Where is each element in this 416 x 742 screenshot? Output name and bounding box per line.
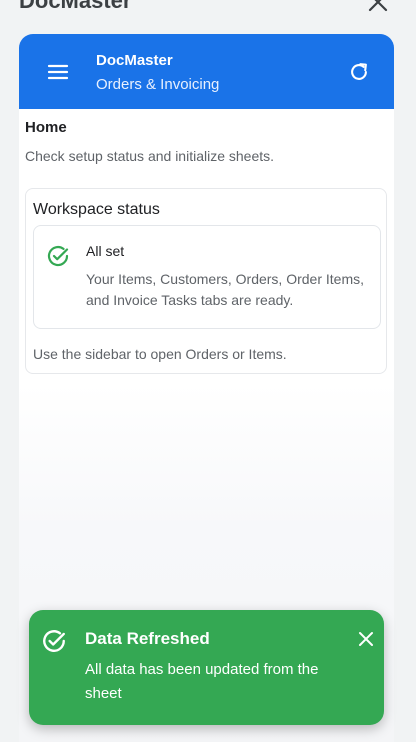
toast-message: All data has been updated from the sheet — [85, 661, 319, 702]
status-title: All set — [86, 243, 125, 259]
close-icon[interactable] — [366, 0, 390, 14]
check-circle-icon — [46, 244, 70, 268]
page-description: Check setup status and initialize sheets… — [25, 148, 275, 164]
page-title: Home — [25, 119, 67, 136]
toast-title: Data Refreshed — [85, 629, 210, 648]
status-text: Your Items, Customers, Orders, Order Ite… — [86, 271, 365, 308]
app-subtitle: Orders & Invoicing — [96, 76, 220, 93]
window-title: DocMaster — [19, 0, 132, 13]
close-icon[interactable] — [357, 630, 375, 648]
status-box: All set Your Items, Customers, Orders, O… — [33, 225, 381, 329]
app-title: DocMaster — [96, 52, 173, 69]
check-circle-icon — [41, 628, 67, 654]
menu-icon[interactable] — [46, 61, 70, 83]
card-footer-text: Use the sidebar to open Orders or Items. — [33, 346, 287, 362]
workspace-status-card: Workspace status All set Your Items, Cus… — [25, 188, 387, 374]
app-header: DocMaster Orders & Invoicing — [19, 34, 394, 109]
refresh-icon[interactable] — [348, 61, 370, 83]
toast-notification: Data Refreshed All data has been updated… — [29, 610, 384, 725]
card-title: Workspace status — [33, 201, 160, 218]
